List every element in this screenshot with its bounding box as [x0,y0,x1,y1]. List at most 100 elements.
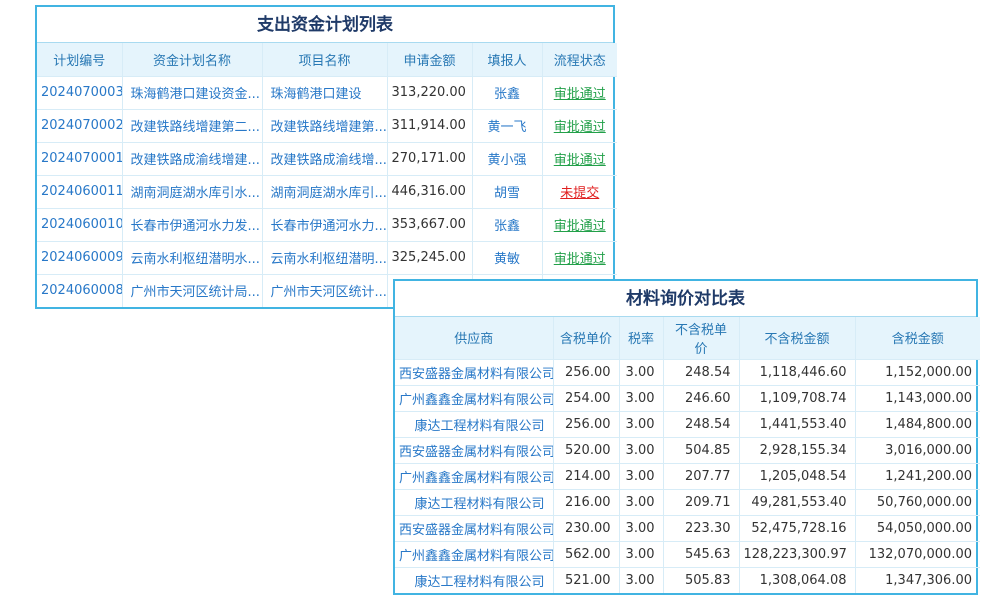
col-tax-excl-unit-price: 不含税单价 [663,317,739,359]
plan-no-link[interactable]: 2024070003 [37,76,122,109]
amount-cell: 313,220.00 [387,76,472,109]
col-apply-amount: 申请金额 [387,43,472,76]
supplier-link[interactable]: 西安盛器金属材料有限公司 [395,359,553,385]
table-row: 西安盛器金属材料有限公司256.003.00248.541,118,446.60… [395,359,980,385]
supplier-link[interactable]: 康达工程材料有限公司 [395,411,553,437]
tax-incl-amount-cell: 50,760,000.00 [855,489,980,515]
material-quote-table: 供应商含税单价税率不含税单价不含税金额含税金额 西安盛器金属材料有限公司256.… [395,317,980,593]
fund-plan-name-link[interactable]: 湖南洞庭湖水库引水... [122,175,262,208]
status-link[interactable]: 审批通过 [542,76,617,109]
tax-rate-cell: 3.00 [619,489,663,515]
tax-excl-unit-price-cell: 209.71 [663,489,739,515]
tax-rate-cell: 3.00 [619,411,663,437]
fund-plan-name-link[interactable]: 广州市天河区统计局... [122,274,262,307]
table-row: 康达工程材料有限公司216.003.00209.7149,281,553.405… [395,489,980,515]
tax-incl-amount-cell: 1,143,000.00 [855,385,980,411]
project-name-link[interactable]: 长春市伊通河水力... [262,208,387,241]
amount-cell: 311,914.00 [387,109,472,142]
plan-no-link[interactable]: 2024070002 [37,109,122,142]
supplier-link[interactable]: 西安盛器金属材料有限公司 [395,515,553,541]
status-link[interactable]: 审批通过 [542,142,617,175]
project-name-link[interactable]: 改建铁路线增建第... [262,109,387,142]
table-row: 康达工程材料有限公司521.003.00505.831,308,064.081,… [395,567,980,593]
plan-no-link[interactable]: 2024060011 [37,175,122,208]
tax-excl-unit-price-cell: 545.63 [663,541,739,567]
table-row: 2024070002改建铁路线增建第二...改建铁路线增建第...311,914… [37,109,617,142]
fund-plan-name-link[interactable]: 长春市伊通河水力发... [122,208,262,241]
table-row: 广州鑫鑫金属材料有限公司562.003.00545.63128,223,300.… [395,541,980,567]
project-name-link[interactable]: 湖南洞庭湖水库引... [262,175,387,208]
fund-plan-name-link[interactable]: 珠海鹤港口建设资金... [122,76,262,109]
filler-link[interactable]: 胡雪 [472,175,542,208]
status-link[interactable]: 未提交 [542,175,617,208]
tax-incl-amount-cell: 1,152,000.00 [855,359,980,385]
status-link[interactable]: 审批通过 [542,208,617,241]
status-link[interactable]: 审批通过 [542,241,617,274]
supplier-link[interactable]: 广州鑫鑫金属材料有限公司 [395,463,553,489]
col-filler: 填报人 [472,43,542,76]
filler-link[interactable]: 黄小强 [472,142,542,175]
col-tax-incl-amount: 含税金额 [855,317,980,359]
table-row: 2024070003珠海鹤港口建设资金...珠海鹤港口建设313,220.00张… [37,76,617,109]
amount-cell: 325,245.00 [387,241,472,274]
project-name-link[interactable]: 改建铁路成渝线增... [262,142,387,175]
plan-no-link[interactable]: 2024060008 [37,274,122,307]
tax-incl-amount-cell: 132,070,000.00 [855,541,980,567]
tax-excl-amount-cell: 1,118,446.60 [739,359,855,385]
tax-incl-amount-cell: 54,050,000.00 [855,515,980,541]
tax-rate-cell: 3.00 [619,437,663,463]
expense-table-header-row: 计划编号资金计划名称项目名称申请金额填报人流程状态 [37,43,617,76]
supplier-link[interactable]: 康达工程材料有限公司 [395,567,553,593]
tax-incl-unit-price-cell: 256.00 [553,411,619,437]
quote-table-header-row: 供应商含税单价税率不含税单价不含税金额含税金额 [395,317,980,359]
table-row: 广州鑫鑫金属材料有限公司214.003.00207.771,205,048.54… [395,463,980,489]
fund-plan-name-link[interactable]: 改建铁路成渝线增建... [122,142,262,175]
tax-incl-unit-price-cell: 214.00 [553,463,619,489]
table-row: 西安盛器金属材料有限公司230.003.00223.3052,475,728.1… [395,515,980,541]
supplier-link[interactable]: 广州鑫鑫金属材料有限公司 [395,385,553,411]
fund-plan-name-link[interactable]: 云南水利枢纽潜明水... [122,241,262,274]
material-quote-table-panel: 材料询价对比表 供应商含税单价税率不含税单价不含税金额含税金额 西安盛器金属材料… [393,279,978,595]
filler-link[interactable]: 黄一飞 [472,109,542,142]
fund-plan-name-link[interactable]: 改建铁路线增建第二... [122,109,262,142]
expense-plan-table-panel: 支出资金计划列表 计划编号资金计划名称项目名称申请金额填报人流程状态 20240… [35,5,615,309]
amount-cell: 270,171.00 [387,142,472,175]
tax-incl-unit-price-cell: 216.00 [553,489,619,515]
supplier-link[interactable]: 康达工程材料有限公司 [395,489,553,515]
col-plan-no: 计划编号 [37,43,122,76]
supplier-link[interactable]: 广州鑫鑫金属材料有限公司 [395,541,553,567]
amount-cell: 353,667.00 [387,208,472,241]
supplier-link[interactable]: 西安盛器金属材料有限公司 [395,437,553,463]
plan-no-link[interactable]: 2024060009 [37,241,122,274]
tax-rate-cell: 3.00 [619,359,663,385]
project-name-link[interactable]: 珠海鹤港口建设 [262,76,387,109]
project-name-link[interactable]: 广州市天河区统计... [262,274,387,307]
plan-no-link[interactable]: 2024060010 [37,208,122,241]
tax-rate-cell: 3.00 [619,541,663,567]
filler-link[interactable]: 张鑫 [472,208,542,241]
tax-incl-unit-price-cell: 520.00 [553,437,619,463]
tax-rate-cell: 3.00 [619,515,663,541]
filler-link[interactable]: 张鑫 [472,76,542,109]
col-tax-incl-unit-price: 含税单价 [553,317,619,359]
quote-table-title: 材料询价对比表 [395,281,976,317]
filler-link[interactable]: 黄敏 [472,241,542,274]
project-name-link[interactable]: 云南水利枢纽潜明... [262,241,387,274]
col-tax-rate: 税率 [619,317,663,359]
table-row: 2024060009云南水利枢纽潜明水...云南水利枢纽潜明...325,245… [37,241,617,274]
tax-excl-amount-cell: 1,441,553.40 [739,411,855,437]
table-row: 广州鑫鑫金属材料有限公司254.003.00246.601,109,708.74… [395,385,980,411]
tax-incl-unit-price-cell: 254.00 [553,385,619,411]
tax-excl-amount-cell: 2,928,155.34 [739,437,855,463]
table-row: 2024070001改建铁路成渝线增建...改建铁路成渝线增...270,171… [37,142,617,175]
tax-incl-unit-price-cell: 256.00 [553,359,619,385]
tax-rate-cell: 3.00 [619,463,663,489]
col-status: 流程状态 [542,43,617,76]
status-link[interactable]: 审批通过 [542,109,617,142]
tax-excl-amount-cell: 1,109,708.74 [739,385,855,411]
tax-excl-amount-cell: 49,281,553.40 [739,489,855,515]
plan-no-link[interactable]: 2024070001 [37,142,122,175]
tax-rate-cell: 3.00 [619,567,663,593]
col-fund-plan-name: 资金计划名称 [122,43,262,76]
tax-incl-amount-cell: 1,347,306.00 [855,567,980,593]
